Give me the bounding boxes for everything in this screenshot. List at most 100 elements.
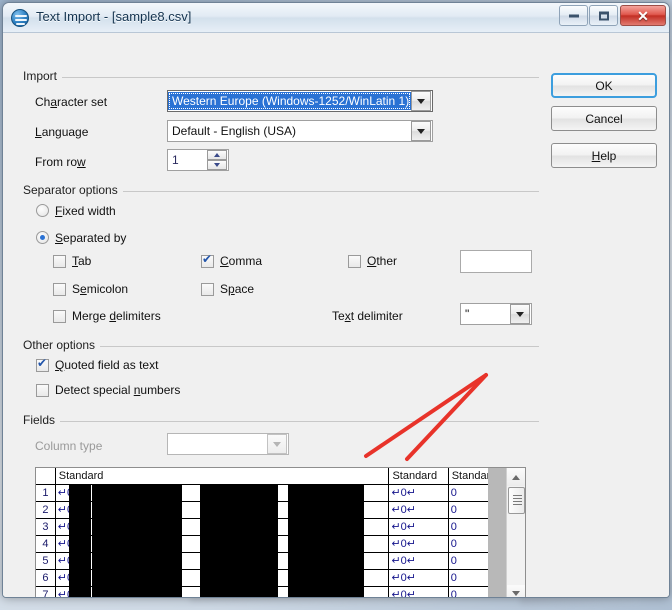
preview-corner-cell[interactable] [36,468,56,484]
redaction-block [199,570,278,586]
quoted-field-as-text-checkbox[interactable] [36,357,49,372]
stepper-up-icon[interactable] [207,150,227,160]
title-bar[interactable]: Text Import - [sample8.csv] ✕ [3,3,669,33]
text-import-dialog: Text Import - [sample8.csv] ✕ OK Cancel … [2,2,670,598]
language-combo[interactable]: Default - English (USA) [167,120,433,142]
redaction-block [199,553,278,569]
preview-cell[interactable]: ↵0↵ [55,502,390,518]
preview-cell[interactable]: ↵0↵ [389,502,449,518]
chevron-down-icon[interactable] [411,121,431,141]
redaction-block [68,502,91,518]
preview-row-number: 3 [36,519,56,535]
help-button[interactable]: Help [551,143,657,168]
minimize-button[interactable] [559,5,588,26]
tab-label[interactable]: Tab [72,254,91,268]
preview-cell[interactable]: ↵0↵ [389,570,449,586]
preview-header-row: Standard Standard Standard [36,468,508,485]
column-type-combo[interactable] [167,433,289,455]
redaction-block [68,536,91,552]
scroll-up-icon[interactable] [507,468,525,486]
character-set-label: Character set [35,95,108,109]
preview-row[interactable]: 7↵0↵↵0↵0 [36,587,508,597]
separated-by-radio[interactable] [36,231,49,244]
tab-checkbox[interactable] [53,255,66,268]
language-label: Language [35,125,89,139]
preview-row-number: 2 [36,502,56,518]
preview-row-number: 1 [36,485,56,501]
preview-vscroll-thumb[interactable] [508,487,525,514]
close-button[interactable]: ✕ [620,5,666,26]
preview-cell[interactable]: ↵0↵ [389,536,449,552]
other-separator-input[interactable] [460,250,532,273]
chevron-down-icon[interactable] [267,434,287,454]
space-checkbox[interactable] [201,283,214,296]
character-set-combo[interactable]: Western Europe (Windows-1252/WinLatin 1) [167,90,433,112]
preview-vertical-scrollbar[interactable] [506,468,525,597]
chevron-down-icon[interactable] [510,304,530,324]
character-set-value: Western Europe (Windows-1252/WinLatin 1) [168,92,411,110]
redaction-block [199,485,278,501]
space-label[interactable]: Space [220,282,254,296]
text-delimiter-combo[interactable]: " [460,303,532,325]
import-preview-table[interactable]: Standard Standard Standard 1↵0↵↵0↵02↵0↵↵… [35,467,526,597]
preview-cell-text: 0 [450,504,457,516]
preview-row[interactable]: 1↵0↵↵0↵0 [36,485,508,502]
fixed-width-radio[interactable] [36,204,49,217]
preview-cell-text: 0 [450,555,457,567]
preview-cell[interactable]: ↵0↵ [389,519,449,535]
chevron-down-icon[interactable] [411,91,431,111]
comma-label[interactable]: Comma [220,254,262,268]
preview-cell[interactable]: ↵0↵ [389,553,449,569]
comma-checkbox[interactable] [201,253,214,268]
dialog-body: OK Cancel Help Import Character set West… [3,33,669,597]
preview-row[interactable]: 6↵0↵↵0↵0 [36,570,508,587]
preview-cell[interactable]: ↵0↵ [55,570,390,586]
preview-cell[interactable]: ↵0↵ [55,536,390,552]
from-row-stepper[interactable] [207,150,227,170]
detect-special-numbers-label[interactable]: Detect special numbers [55,383,180,397]
redaction-block [287,587,364,597]
preview-row[interactable]: 4↵0↵↵0↵0 [36,536,508,553]
preview-column-header[interactable]: Standard [55,468,390,484]
other-label[interactable]: Other [367,254,397,268]
redaction-block [287,570,364,586]
scroll-down-icon[interactable] [507,585,525,597]
preview-cell[interactable]: ↵0↵ [55,553,390,569]
preview-row[interactable]: 2↵0↵↵0↵0 [36,502,508,519]
preview-row[interactable]: 5↵0↵↵0↵0 [36,553,508,570]
ok-button[interactable]: OK [551,73,657,98]
detect-special-numbers-checkbox[interactable] [36,384,49,397]
cancel-button[interactable]: Cancel [551,106,657,131]
import-group-title: Import [21,69,63,83]
redaction-block [199,502,278,518]
separated-by-label[interactable]: Separated by [55,231,126,245]
preview-cell-text: ↵0↵ [391,504,417,516]
preview-cell[interactable]: ↵0↵ [55,587,390,597]
preview-cell[interactable]: ↵0↵ [55,485,390,501]
from-row-spinner[interactable]: 1 [167,149,229,171]
preview-cell[interactable]: ↵0↵ [389,485,449,501]
quoted-field-as-text-label[interactable]: Quoted field as text [55,358,158,372]
semicolon-checkbox[interactable] [53,283,66,296]
fields-group-title: Fields [21,413,61,427]
redaction-block [68,553,91,569]
stepper-down-icon[interactable] [207,160,227,170]
redaction-block [199,519,278,535]
redaction-block [91,519,182,535]
preview-row[interactable]: 3↵0↵↵0↵0 [36,519,508,536]
other-checkbox[interactable] [348,255,361,268]
preview-row-number: 6 [36,570,56,586]
fixed-width-label[interactable]: Fixed width [55,204,116,218]
redaction-block [91,570,182,586]
maximize-button[interactable] [589,5,618,26]
text-delimiter-label: Text delimiter [332,309,403,323]
redaction-block [199,587,278,597]
semicolon-label[interactable]: Semicolon [72,282,128,296]
preview-row-number: 5 [36,553,56,569]
preview-cell[interactable]: ↵0↵ [55,519,390,535]
preview-column-header[interactable]: Standard [389,468,449,484]
preview-cell[interactable]: ↵0↵ [389,587,449,597]
merge-delimiters-checkbox[interactable] [53,310,66,323]
preview-cell-text: ↵0↵ [391,572,417,584]
merge-delimiters-label[interactable]: Merge delimiters [72,309,161,323]
